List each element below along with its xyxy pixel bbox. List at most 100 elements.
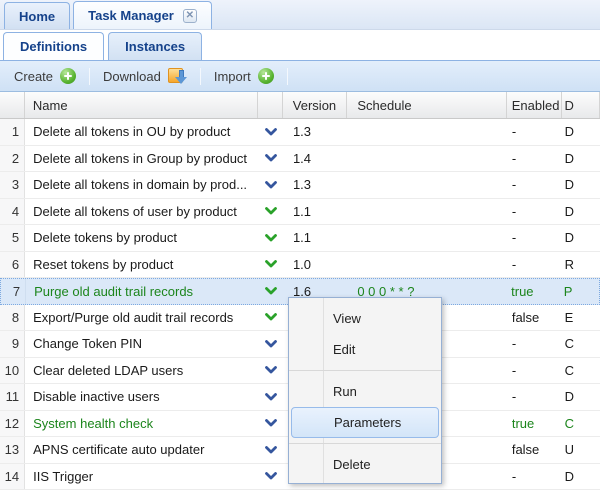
row-number: 2 [0, 146, 25, 172]
download-button-label: Download [103, 69, 161, 84]
task-description: D [562, 119, 600, 145]
tab-task-manager-label: Task Manager [88, 8, 174, 23]
import-button[interactable]: Import [210, 66, 278, 86]
row-number: 10 [0, 358, 25, 384]
context-menu: View Edit Run Parameters Delete [288, 297, 442, 484]
chevron-down-icon[interactable] [258, 411, 283, 437]
task-enabled: - [507, 331, 562, 357]
task-name: APNS certificate auto updater [25, 437, 258, 463]
tab-definitions[interactable]: Definitions [3, 32, 104, 60]
task-schedule [348, 225, 507, 251]
header-name[interactable]: Name [25, 92, 258, 118]
task-description: D [562, 172, 600, 198]
chevron-down-icon[interactable] [258, 331, 283, 357]
task-name: IIS Trigger [25, 464, 258, 490]
task-name: Delete tokens by product [25, 225, 258, 251]
import-button-label: Import [214, 69, 251, 84]
table-row[interactable]: 1 Delete all tokens in OU by product 1.3… [0, 119, 600, 146]
toolbar-separator [89, 68, 90, 85]
task-enabled: - [507, 384, 562, 410]
chevron-down-icon[interactable] [258, 358, 283, 384]
header-description[interactable]: D [562, 92, 600, 118]
download-export-icon [168, 68, 187, 85]
table-row[interactable]: 6 Reset tokens by product 1.0 - R [0, 252, 600, 279]
task-version: 1.3 [283, 172, 348, 198]
menu-item-view[interactable]: View [289, 303, 441, 334]
row-number: 12 [0, 411, 25, 437]
chevron-down-icon[interactable] [258, 305, 283, 331]
task-description: D [562, 146, 600, 172]
chevron-down-icon[interactable] [258, 464, 283, 490]
table-row[interactable]: 4 Delete all tokens of user by product 1… [0, 199, 600, 226]
menu-item-run[interactable]: Run [289, 376, 441, 407]
view-tab-bar: Definitions Instances [0, 30, 600, 61]
chevron-down-icon[interactable] [258, 384, 283, 410]
task-description: D [562, 464, 600, 490]
row-number: 13 [0, 437, 25, 463]
task-schedule [348, 172, 507, 198]
window-tab-bar: Home Task Manager ✕ [0, 0, 600, 30]
table-row[interactable]: 2 Delete all tokens in Group by product … [0, 146, 600, 173]
task-enabled: - [507, 252, 562, 278]
toolbar-separator [200, 68, 201, 85]
task-name: Reset tokens by product [25, 252, 258, 278]
menu-item-parameters[interactable]: Parameters [291, 407, 439, 438]
table-row[interactable]: 3 Delete all tokens in domain by prod...… [0, 172, 600, 199]
row-number: 6 [0, 252, 25, 278]
row-number: 1 [0, 119, 25, 145]
row-number: 4 [0, 199, 25, 225]
task-name: Delete all tokens in Group by product [25, 146, 258, 172]
task-enabled: - [507, 225, 562, 251]
tab-home[interactable]: Home [4, 2, 70, 29]
header-schedule[interactable]: Schedule [347, 92, 506, 118]
task-enabled: false [507, 305, 562, 331]
task-enabled: false [507, 437, 562, 463]
menu-item-delete[interactable]: Delete [289, 449, 441, 480]
chevron-down-icon[interactable] [258, 279, 283, 304]
chevron-down-icon[interactable] [258, 172, 283, 198]
task-name: Disable inactive users [25, 384, 258, 410]
plus-circle-icon [258, 68, 274, 84]
table-row[interactable]: 5 Delete tokens by product 1.1 - D [0, 225, 600, 252]
menu-separator [289, 443, 441, 444]
task-enabled: - [507, 464, 562, 490]
task-name: Purge old audit trail records [26, 279, 258, 304]
task-name: Export/Purge old audit trail records [25, 305, 258, 331]
task-enabled: true [507, 411, 562, 437]
chevron-down-icon[interactable] [258, 199, 283, 225]
row-number: 7 [1, 279, 26, 304]
grid-header: Name Version Schedule Enabled D [0, 92, 600, 119]
header-enabled[interactable]: Enabled [507, 92, 562, 118]
task-description: C [562, 411, 600, 437]
task-enabled: - [507, 119, 562, 145]
task-name: Clear deleted LDAP users [25, 358, 258, 384]
row-number: 11 [0, 384, 25, 410]
chevron-down-icon[interactable] [258, 225, 283, 251]
task-description: U [562, 437, 600, 463]
task-description: E [562, 305, 600, 331]
toolbar: Create Download Import [0, 61, 600, 92]
row-number: 14 [0, 464, 25, 490]
chevron-down-icon[interactable] [258, 146, 283, 172]
task-version: 1.1 [283, 199, 348, 225]
menu-item-edit[interactable]: Edit [289, 334, 441, 365]
row-number: 9 [0, 331, 25, 357]
plus-circle-icon [60, 68, 76, 84]
download-button[interactable]: Download [99, 66, 191, 87]
chevron-down-icon[interactable] [258, 437, 283, 463]
tab-task-manager[interactable]: Task Manager ✕ [73, 1, 212, 29]
task-name: Delete all tokens in OU by product [25, 119, 258, 145]
chevron-down-icon[interactable] [258, 119, 283, 145]
header-rownumber [0, 92, 25, 118]
create-button[interactable]: Create [10, 66, 80, 86]
close-icon[interactable]: ✕ [183, 9, 197, 23]
task-description: P [561, 279, 599, 304]
task-name: System health check [25, 411, 258, 437]
chevron-down-icon[interactable] [258, 252, 283, 278]
task-name: Change Token PIN [25, 331, 258, 357]
tab-instances[interactable]: Instances [108, 32, 202, 60]
task-enabled: - [507, 172, 562, 198]
task-schedule [348, 146, 507, 172]
task-schedule [348, 119, 507, 145]
header-version[interactable]: Version [283, 92, 348, 118]
